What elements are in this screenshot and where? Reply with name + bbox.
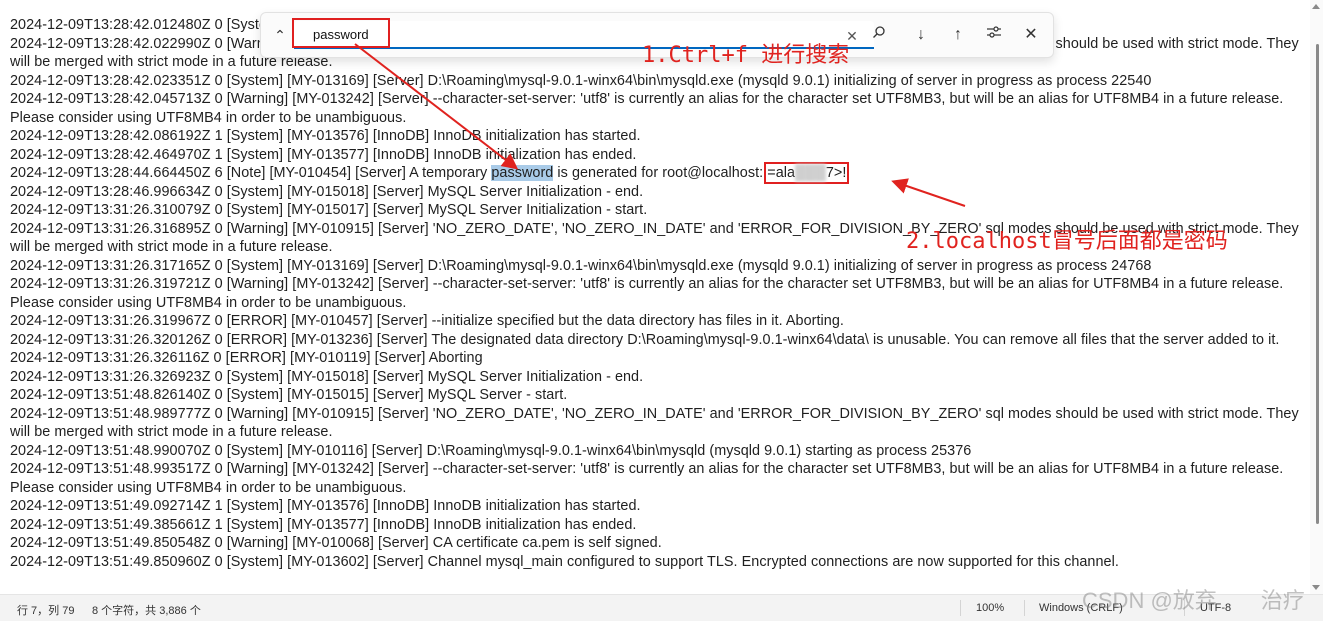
annotation-box-query	[292, 18, 390, 48]
password-line-prefix: 2024-12-09T13:28:44.664450Z 6 [Note] [MY…	[10, 165, 492, 181]
log-line: 2024-12-09T13:51:49.092714Z 1 [System] […	[10, 498, 641, 514]
text-editor[interactable]: 2024-12-09T13:28:42.012480Z 0 [System] 2…	[0, 0, 1310, 594]
password-line-middle: is generated for root@localhost:	[553, 165, 768, 181]
arrow-up-icon[interactable]: ↑	[947, 25, 969, 45]
vertical-scrollbar[interactable]	[1310, 0, 1323, 594]
status-divider	[960, 600, 961, 616]
log-line: 2024-12-09T13:51:49.385661Z 1 [System] […	[10, 516, 637, 533]
scroll-down-icon[interactable]	[1312, 585, 1320, 590]
log-line: 2024-12-09T13:31:26.319967Z 0 [ERROR] [M…	[10, 313, 844, 329]
log-line: 2024-12-09T13:31:26.310079Z 0 [System] […	[10, 202, 648, 218]
log-line: 2024-12-09T13:51:49.850960Z 0 [System] […	[10, 553, 1119, 570]
log-line: 2024-12-09T13:51:48.990070Z 0 [System] […	[10, 442, 972, 459]
close-icon[interactable]: ✕	[1020, 25, 1042, 45]
log-line: 2024-12-09T13:51:48.989777Z 0 [Warning] …	[10, 405, 1299, 441]
log-line: 2024-12-09T13:28:42.023351Z 0 [System] […	[10, 72, 1152, 89]
log-line: 2024-12-09T13:28:42.045713Z 0 [Warning] …	[10, 91, 1284, 126]
watermark: CSDN @放弃 治疗	[1082, 588, 1305, 613]
log-line: 2024-12-09T13:31:26.326923Z 0 [System] […	[10, 368, 644, 385]
search-match-highlight: password	[491, 165, 554, 181]
log-line: 2024-12-09T13:28:42.086192Z 1 [System] […	[10, 128, 641, 144]
password-log-line: 2024-12-09T13:28:44.664450Z 6 [Note] [MY…	[10, 162, 1300, 184]
annotation-step-1: 1.Ctrl+f 进行搜索	[642, 43, 850, 68]
zoom-level[interactable]: 100%	[976, 602, 1004, 614]
sliders-icon[interactable]	[983, 25, 1005, 45]
log-line: 2024-12-09T13:51:48.993517Z 0 [Warning] …	[10, 461, 1284, 496]
log-line: 2024-12-09T13:31:26.317165Z 0 [System] […	[10, 257, 1152, 274]
cursor-position[interactable]: 行 7，列 79	[17, 602, 74, 618]
log-line: 2024-12-09T13:28:42.464970Z 1 [System] […	[10, 146, 637, 163]
log-line: 2024-12-09T13:31:26.319721Z 0 [Warning] …	[10, 276, 1284, 311]
log-line: 2024-12-09T13:28:46.996634Z 0 [System] […	[10, 183, 644, 200]
log-line: 2024-12-09T13:51:49.850548Z 0 [Warning] …	[10, 535, 662, 551]
temporary-password-value: =ala███7>!	[764, 162, 850, 184]
password-secret-masked: ███	[795, 165, 826, 181]
status-divider	[1024, 600, 1025, 616]
log-line: 2024-12-09T13:31:26.320126Z 0 [ERROR] [M…	[10, 331, 1280, 348]
password-secret-end: 7>!	[825, 165, 847, 181]
arrow-down-icon[interactable]: ↓	[910, 25, 932, 45]
search-icon[interactable]	[868, 25, 890, 45]
annotation-step-2: 2.localhost冒号后面都是密码	[906, 229, 1228, 254]
log-content[interactable]: 2024-12-09T13:28:42.012480Z 0 [System] 2…	[10, 16, 1300, 571]
scroll-up-icon[interactable]	[1312, 4, 1320, 9]
log-line: 2024-12-09T13:51:48.826140Z 0 [System] […	[10, 387, 568, 403]
log-line: 2024-12-09T13:31:26.326116Z 0 [ERROR] [M…	[10, 350, 483, 366]
chevron-up-icon[interactable]: ⌃	[269, 25, 291, 45]
scrollbar-thumb[interactable]	[1316, 44, 1319, 524]
character-count: 8 个字符，共 3,886 个	[92, 605, 201, 617]
password-secret-start: =ala	[767, 165, 796, 181]
